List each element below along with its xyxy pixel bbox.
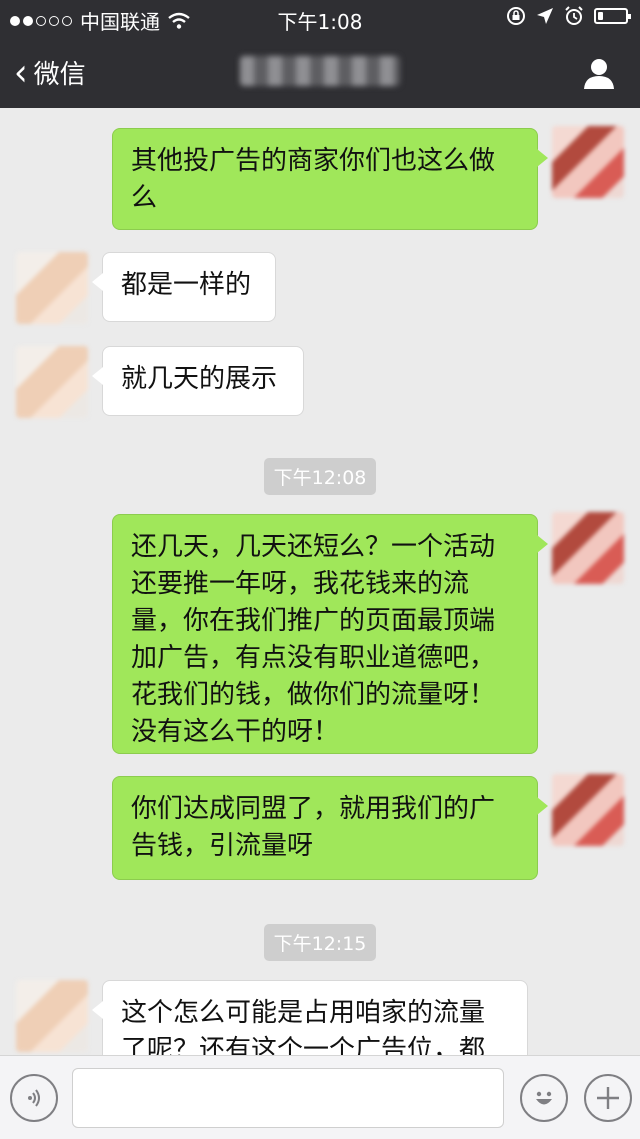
message-text: 其他投广告的商家你们也这么做么 bbox=[131, 146, 496, 213]
timestamp-label: 下午12:15 bbox=[263, 924, 377, 961]
message-text: 都是一样的 bbox=[121, 270, 252, 300]
message-input[interactable] bbox=[72, 1068, 504, 1128]
alarm-icon bbox=[565, 6, 583, 25]
my-avatar[interactable] bbox=[552, 512, 624, 584]
timestamp: 下午12:08 bbox=[0, 458, 640, 495]
sent-message-bubble[interactable]: 你们达成同盟了，就用我们的广告钱，引流量呀 bbox=[112, 776, 548, 880]
emoji-icon bbox=[536, 1091, 552, 1105]
location-icon bbox=[537, 8, 553, 24]
profile-icon[interactable] bbox=[582, 56, 616, 90]
back-button[interactable]: ‹ 微信 bbox=[14, 54, 86, 91]
message-list[interactable]: 其他投广告的商家你们也这么做么都是一样的就几天的展示下午12:08 还几天，几天还… bbox=[0, 108, 640, 1055]
nav-bar: ‹ 微信 bbox=[0, 36, 640, 108]
status-bar: 中国联通 下午1:08 bbox=[0, 0, 640, 36]
contact-avatar[interactable] bbox=[16, 980, 88, 1052]
received-message-bubble[interactable]: 这个怎么可能是占用咱家的流量了呢？还有这个一个广告位，都 bbox=[92, 980, 528, 1055]
chat-title-blurred bbox=[240, 56, 400, 86]
status-icons bbox=[506, 6, 631, 26]
message-text: 就几天的展示 bbox=[121, 364, 278, 394]
battery-icon bbox=[594, 8, 631, 24]
timestamp: 下午12:15 bbox=[0, 924, 640, 961]
contact-avatar[interactable] bbox=[16, 252, 88, 324]
my-avatar[interactable] bbox=[552, 774, 624, 846]
my-avatar[interactable] bbox=[552, 126, 624, 198]
received-message-bubble[interactable]: 就几天的展示 bbox=[92, 346, 304, 416]
plus-button[interactable] bbox=[584, 1074, 632, 1122]
received-message-bubble[interactable]: 都是一样的 bbox=[92, 252, 276, 322]
chevron-left-icon: ‹ bbox=[14, 50, 28, 95]
contact-avatar[interactable] bbox=[16, 346, 88, 418]
rotation-lock-icon bbox=[507, 7, 525, 25]
sent-message-bubble[interactable]: 还几天，几天还短么？一个活动还要推一年呀，我花钱来的流量，你在我们推广的页面最顶… bbox=[112, 514, 548, 754]
message-text: 这个怎么可能是占用咱家的流量了呢？还有这个一个广告位，都 bbox=[121, 998, 486, 1055]
voice-icon bbox=[28, 1089, 40, 1107]
emoji-button[interactable] bbox=[520, 1074, 568, 1122]
input-bar bbox=[0, 1055, 640, 1139]
plus-icon bbox=[597, 1087, 619, 1109]
back-label: 微信 bbox=[33, 60, 86, 90]
sent-message-bubble[interactable]: 其他投广告的商家你们也这么做么 bbox=[112, 128, 548, 230]
message-text: 还几天，几天还短么？一个活动还要推一年呀，我花钱来的流量，你在我们推广的页面最顶… bbox=[131, 532, 496, 747]
message-text: 你们达成同盟了，就用我们的广告钱，引流量呀 bbox=[131, 794, 496, 861]
timestamp-label: 下午12:08 bbox=[263, 458, 377, 495]
voice-button[interactable] bbox=[10, 1074, 58, 1122]
